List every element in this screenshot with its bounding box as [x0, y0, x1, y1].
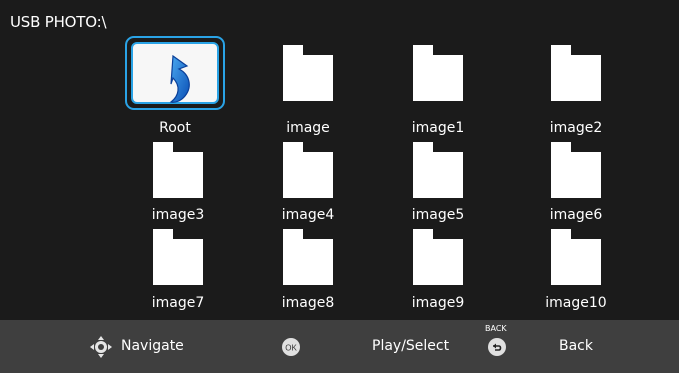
folder-icon: [413, 45, 463, 101]
svg-text:OK: OK: [285, 344, 297, 353]
folder-icon: [283, 142, 333, 198]
help-bar: Navigate OK Play/Select BACK Back: [0, 320, 679, 373]
tile-folder[interactable]: image5: [383, 142, 493, 234]
tile-label: image10: [545, 295, 607, 311]
tile-folder[interactable]: image8: [253, 229, 363, 321]
tile-label: image6: [549, 207, 603, 223]
folder-icon: [551, 229, 601, 285]
selection-focus: [125, 36, 225, 110]
folder-icon: [413, 229, 463, 285]
tile-folder[interactable]: image9: [383, 229, 493, 321]
tile-folder[interactable]: image6: [521, 142, 631, 234]
tile-label: image7: [151, 295, 205, 311]
tile-folder[interactable]: image: [253, 45, 363, 137]
folder-icon: [283, 229, 333, 285]
tile-label: image2: [549, 120, 603, 136]
tile-label: image8: [281, 295, 335, 311]
folder-icon: [551, 142, 601, 198]
tile-folder[interactable]: image10: [521, 229, 631, 321]
tile-folder[interactable]: image1: [383, 45, 493, 137]
ok-icon: OK: [282, 338, 300, 356]
tile-label: image5: [411, 207, 465, 223]
folder-icon: [283, 45, 333, 101]
back-arrow-icon: [169, 54, 190, 103]
tile-folder[interactable]: image3: [123, 142, 233, 234]
folder-icon: [551, 45, 601, 101]
file-grid: Root image image1 image2 image3 image4 i…: [0, 0, 679, 320]
tile-label: Root: [159, 120, 191, 136]
usb-photo-browser: USB PHOTO:\ Root image image1 image2 ima…: [0, 0, 679, 373]
folder-icon: [413, 142, 463, 198]
tile-label: image3: [151, 207, 205, 223]
back-label: Back: [559, 338, 593, 354]
tile-root[interactable]: Root: [125, 36, 235, 136]
root-thumb: [131, 42, 219, 104]
tile-label: image1: [411, 120, 465, 136]
tile-folder[interactable]: image7: [123, 229, 233, 321]
tile-label: image9: [411, 295, 465, 311]
play-select-label: Play/Select: [372, 338, 450, 354]
navigate-label: Navigate: [121, 338, 184, 354]
tile-label: image: [286, 120, 330, 136]
tile-folder[interactable]: image2: [521, 45, 631, 137]
navigate-icon: [90, 336, 112, 358]
back-icon: [488, 338, 506, 356]
tile-label: image4: [281, 207, 335, 223]
tile-folder[interactable]: image4: [253, 142, 363, 234]
back-key-caption: BACK: [485, 324, 507, 333]
folder-icon: [153, 229, 203, 285]
folder-icon: [153, 142, 203, 198]
